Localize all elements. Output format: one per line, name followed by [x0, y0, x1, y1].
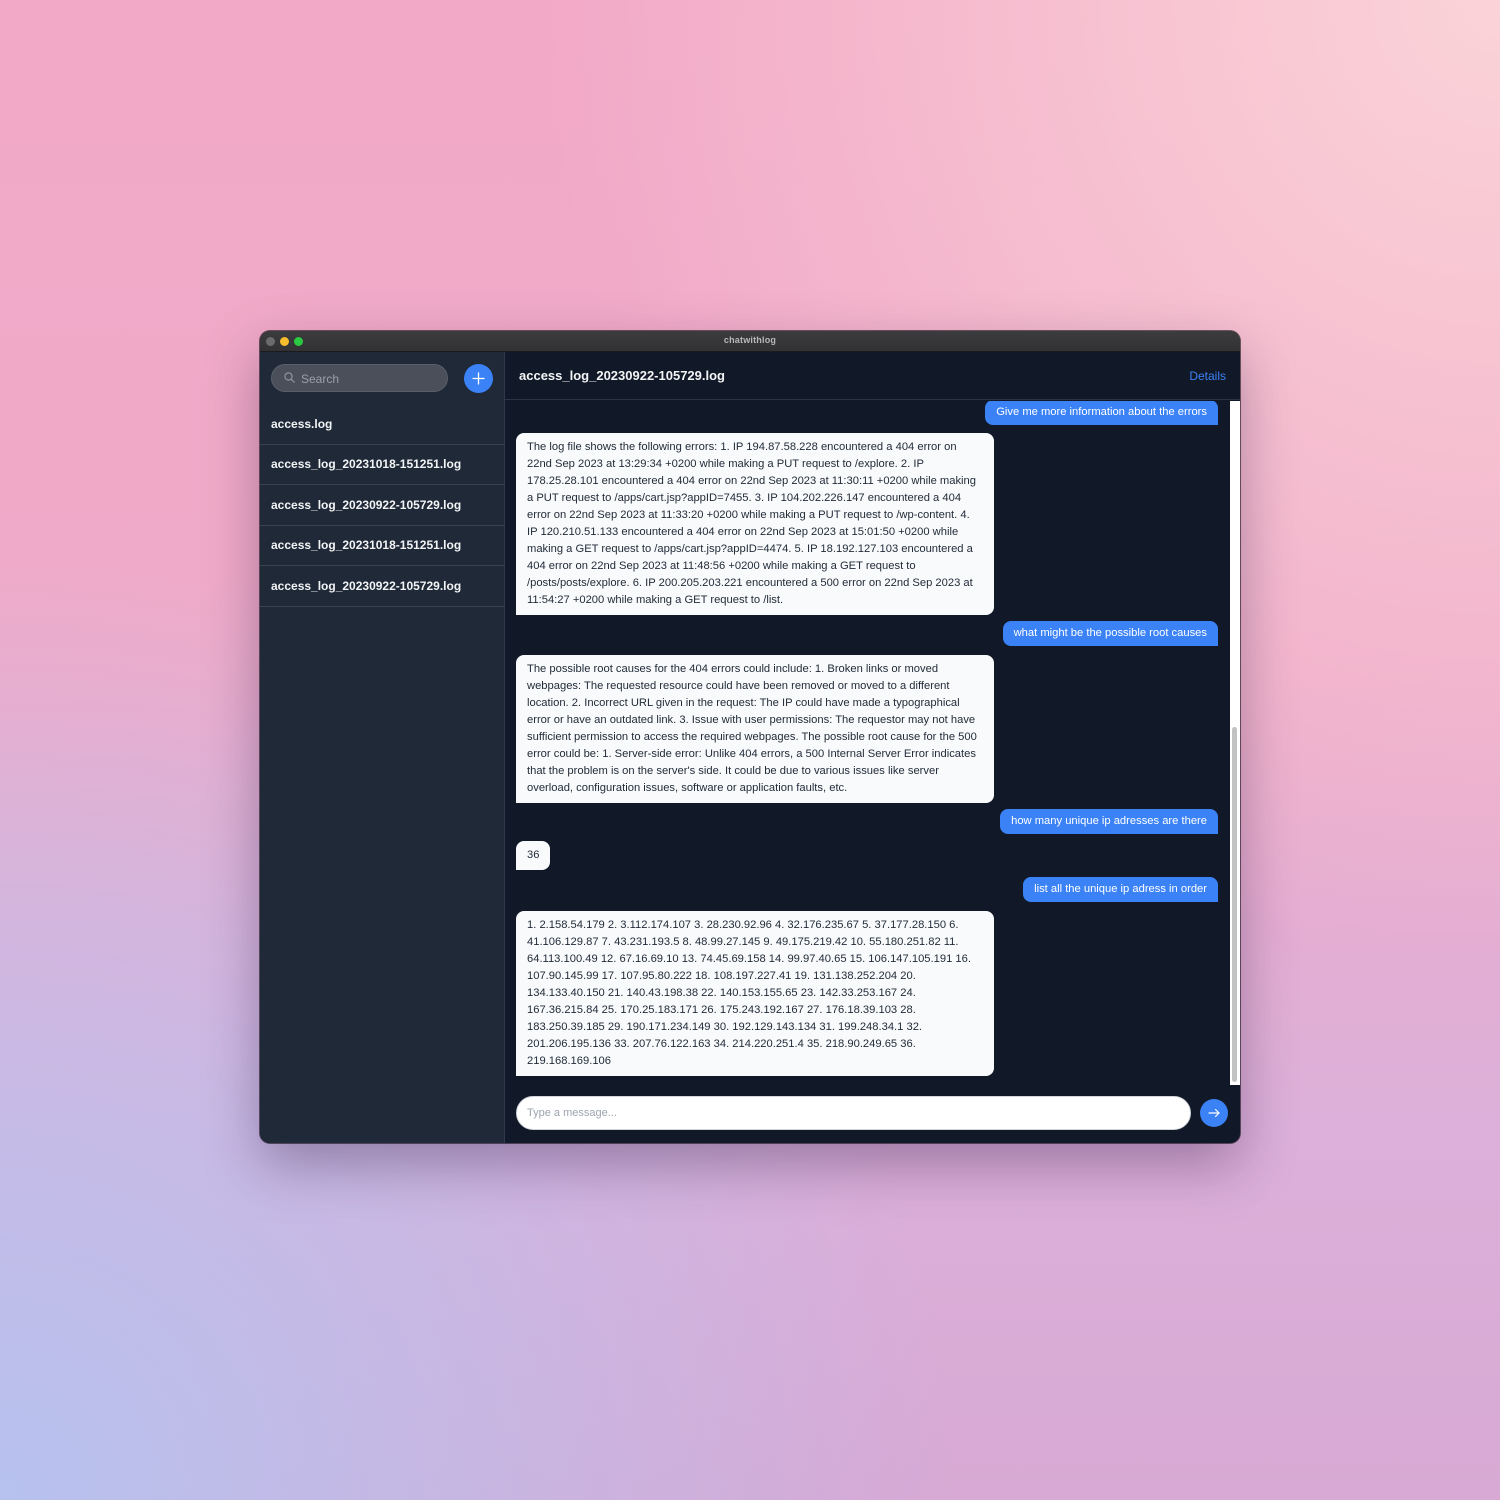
details-link[interactable]: Details: [1189, 369, 1226, 383]
assistant-message: 36: [516, 841, 551, 870]
assistant-message: 1. 2.158.54.179 2. 3.112.174.107 3. 28.2…: [516, 911, 994, 1076]
assistant-message: The possible root causes for the 404 err…: [516, 655, 994, 803]
file-item[interactable]: access_log_20230922-105729.log: [260, 485, 505, 526]
chat-panel: access_log_20230922-105729.log Details G…: [505, 352, 1240, 1143]
user-message: list all the unique ip adress in order: [1023, 877, 1218, 902]
new-chat-button[interactable]: [464, 364, 493, 393]
file-list: access.log access_log_20231018-151251.lo…: [260, 404, 505, 607]
arrow-right-icon: [1208, 1108, 1220, 1118]
message-input[interactable]: [516, 1096, 1191, 1130]
file-item[interactable]: access_log_20231018-151251.log: [260, 526, 505, 566]
user-message: Give me more information about the error…: [985, 401, 1218, 425]
chat-scrollbar[interactable]: [1230, 401, 1240, 1085]
scrollbar-thumb[interactable]: [1232, 727, 1237, 1082]
user-message: what might be the possible root causes: [1002, 621, 1218, 646]
assistant-message: The log file shows the following errors:…: [516, 433, 994, 615]
app-window: chatwithlog Search access.log access_log…: [260, 331, 1240, 1143]
chat-title: access_log_20230922-105729.log: [519, 368, 725, 383]
composer: [505, 1085, 1240, 1143]
file-item[interactable]: access.log: [260, 404, 505, 445]
search-box[interactable]: Search: [271, 364, 448, 392]
plus-icon: [472, 372, 485, 385]
chat-header: access_log_20230922-105729.log Details: [505, 352, 1240, 400]
search-placeholder: Search: [301, 372, 340, 386]
window-title: chatwithlog: [723, 335, 777, 345]
message-list[interactable]: Give me more information about the error…: [505, 401, 1240, 1085]
file-item[interactable]: access_log_20230922-105729.log: [260, 566, 505, 607]
file-item[interactable]: access_log_20231018-151251.log: [260, 445, 505, 485]
search-icon: [284, 372, 295, 383]
title-bar: chatwithlog: [260, 331, 1240, 352]
user-message: how many unique ip adresses are there: [1000, 809, 1218, 834]
sidebar: Search access.log access_log_20231018-15…: [260, 352, 505, 1143]
send-button[interactable]: [1200, 1099, 1228, 1127]
